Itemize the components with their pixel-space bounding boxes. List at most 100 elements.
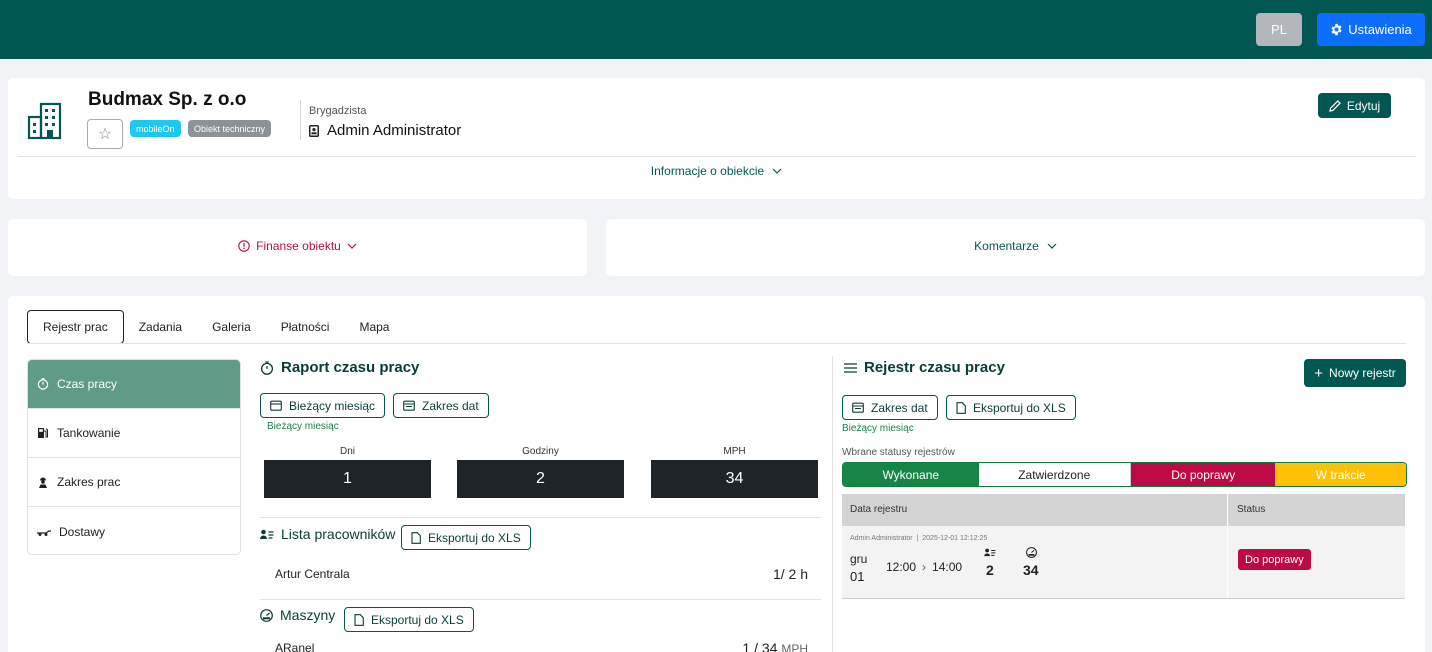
machine-mph-unit: MPH: [781, 642, 808, 652]
list-icon: [844, 362, 857, 373]
machine-name: ARanel: [275, 641, 315, 652]
report-title-text: Raport czasu pracy: [281, 359, 420, 376]
worker-icon: [39, 477, 47, 488]
current-month-label: Bieżący miesiąc: [289, 398, 376, 413]
status-badge: Do poprawy: [1238, 549, 1311, 570]
chevron-down-icon: [347, 243, 357, 249]
fuel-pump-icon: [38, 428, 48, 438]
tabs-separator: [27, 343, 1406, 344]
column-separator: [1227, 526, 1228, 598]
comments-label: Komentarze: [974, 239, 1039, 253]
stat-value-mph: 34: [651, 460, 818, 498]
comments-toggle[interactable]: Komentarze: [606, 239, 1425, 253]
file-icon: [956, 401, 966, 414]
foreman-person: Admin Administrator: [309, 122, 461, 139]
settings-button[interactable]: Ustawienia: [1317, 13, 1425, 46]
favorite-button[interactable]: ☆: [87, 119, 123, 149]
badge-mobileon: mobileOn: [130, 120, 181, 137]
star-icon: ☆: [97, 126, 113, 143]
employee-hours-unit: h: [800, 566, 808, 582]
machine-mph: 1 / 34 MPH: [688, 640, 808, 652]
building-icon: [27, 102, 62, 140]
machines-title: Maszyny: [260, 607, 335, 623]
finance-card: Finanse obiektu: [8, 219, 587, 276]
status-filter-zatwierdzone[interactable]: Zatwierdzone: [978, 463, 1131, 486]
role-label: Brygadzista: [309, 105, 367, 117]
delivery-icon: [37, 529, 51, 536]
file-icon: [354, 613, 364, 626]
column-header-date: Data rejestru: [850, 504, 908, 515]
register-title-text: Rejestr czasu pracy: [864, 359, 1005, 376]
tab-platnosci[interactable]: Płatności: [266, 310, 345, 344]
calendar-icon: [270, 400, 282, 411]
gear-icon: [1331, 23, 1342, 36]
sidebar-menu: Czas pracy Tankowanie Zakres prac Dostaw…: [27, 359, 241, 555]
row-time-range: 12:00 › 14:00: [886, 560, 962, 574]
tab-zadania[interactable]: Zadania: [124, 310, 197, 344]
gauge-icon: [260, 608, 273, 622]
status-filter-bar: Wykonane Zatwierdzone Do poprawy W trakc…: [842, 462, 1407, 487]
employees-export-button[interactable]: Eksportuj do XLS: [401, 525, 531, 550]
finance-toggle[interactable]: Finanse obiektu: [8, 239, 587, 253]
row-meta: Admin Administrator | 2025-12-01 12:12:2…: [850, 535, 987, 542]
id-badge-icon: [309, 124, 319, 137]
tab-bar: Rejestr prac Zadania Galeria Płatności M…: [27, 310, 404, 344]
top-bar: PL Ustawienia: [0, 0, 1432, 59]
row-time-from: 12:00: [886, 560, 917, 574]
row-month: gru: [850, 552, 868, 566]
sidebar-item-dostawy[interactable]: Dostawy: [28, 507, 240, 554]
register-period-hint: Bieżący miesiąc: [842, 423, 914, 434]
row-meta-separator: |: [916, 535, 919, 542]
current-month-button[interactable]: Bieżący miesiąc: [260, 393, 386, 418]
pencil-icon: [1329, 99, 1341, 112]
edit-label: Edytuj: [1346, 98, 1381, 113]
stat-label-hours: Godziny: [522, 446, 559, 457]
table-row[interactable]: Admin Administrator | 2025-12-01 12:12:2…: [842, 526, 1405, 599]
register-title: Rejestr czasu pracy: [844, 359, 1005, 376]
machines-export-button[interactable]: Eksportuj do XLS: [344, 607, 474, 632]
sidebar-item-label: Czas pracy: [57, 377, 118, 391]
language-button[interactable]: PL: [1256, 13, 1302, 46]
new-register-button[interactable]: + Nowy rejestr: [1304, 359, 1406, 387]
tab-rejestr-prac[interactable]: Rejestr prac: [27, 310, 124, 344]
stat-value-days: 1: [264, 460, 431, 498]
stopwatch-icon: [37, 378, 49, 390]
row-author: Admin Administrator: [850, 535, 913, 542]
object-info-label: Informacje o obiekcie: [650, 164, 765, 178]
machines-title-text: Maszyny: [280, 607, 336, 623]
user-list-icon: [984, 548, 996, 557]
register-export-label: Eksportuj do XLS: [973, 400, 1066, 415]
status-filter-w-trakcie[interactable]: W trakcie: [1275, 463, 1406, 486]
row-mph: 34: [1023, 562, 1039, 578]
language-label: PL: [1271, 22, 1287, 37]
edit-button[interactable]: Edytuj: [1318, 93, 1391, 118]
tab-galeria[interactable]: Galeria: [197, 310, 266, 344]
sidebar-item-zakres-prac[interactable]: Zakres prac: [28, 458, 240, 507]
status-filter-wykonane[interactable]: Wykonane: [843, 463, 979, 486]
main-card: Rejestr prac Zadania Galeria Płatności M…: [8, 296, 1425, 652]
report-title: Raport czasu pracy: [260, 359, 419, 376]
employee-hours: 1/ 2 h: [708, 566, 808, 582]
sidebar-item-tankowanie[interactable]: Tankowanie: [28, 409, 240, 458]
register-table-header: Data rejestru Status: [842, 494, 1405, 526]
row-timestamp: 2025-12-01 12:12:25: [922, 535, 988, 542]
stat-label-days: Dni: [339, 446, 355, 457]
date-range-label: Zakres dat: [422, 398, 479, 413]
status-filter-do-poprawy[interactable]: Do poprawy: [1130, 463, 1276, 486]
column-header-status: Status: [1237, 504, 1266, 515]
object-info-toggle[interactable]: Informacje o obiekcie: [8, 164, 1425, 178]
badge-object-type: Obiekt techniczny: [188, 120, 272, 137]
employees-title: Lista pracowników: [260, 526, 395, 542]
sidebar-item-label: Dostawy: [59, 524, 106, 539]
tab-mapa[interactable]: Mapa: [344, 310, 404, 344]
employees-export-label: Eksportuj do XLS: [428, 530, 521, 545]
date-range-button[interactable]: Zakres dat: [393, 393, 489, 418]
row-workers: 2: [986, 562, 994, 578]
register-export-button[interactable]: Eksportuj do XLS: [946, 395, 1076, 420]
register-date-range-label: Zakres dat: [871, 400, 928, 415]
sidebar-item-label: Tankowanie: [57, 426, 121, 440]
comments-card: Komentarze: [606, 219, 1425, 276]
sidebar-item-czas-pracy[interactable]: Czas pracy: [28, 360, 240, 409]
register-date-range-button[interactable]: Zakres dat: [842, 395, 938, 420]
chevron-down-icon: [772, 168, 782, 174]
